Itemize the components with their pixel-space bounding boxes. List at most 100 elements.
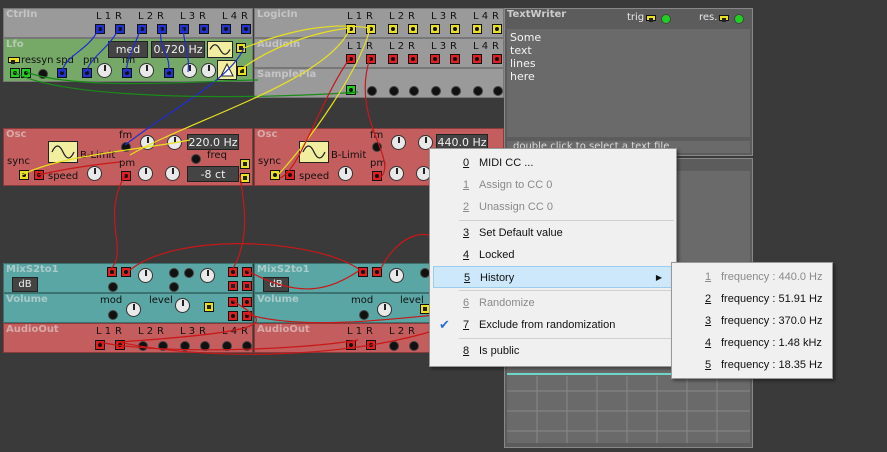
textwriter-module[interactable]: TextWriter trig res. Some text lines her… — [504, 8, 753, 156]
res-input[interactable] — [734, 14, 744, 24]
sine-wave-icon[interactable] — [207, 41, 233, 58]
output-port[interactable] — [408, 54, 418, 64]
input-jack[interactable] — [138, 341, 148, 351]
output-port[interactable] — [492, 24, 502, 34]
mix-input[interactable] — [372, 267, 382, 277]
output-port[interactable] — [137, 24, 147, 34]
input-jack[interactable] — [242, 341, 252, 351]
lfo-sync-input[interactable] — [21, 68, 31, 78]
output-port[interactable] — [221, 24, 231, 34]
menu-item-set-default[interactable]: 3 Set Default value — [430, 222, 676, 244]
menu-item-unassign-cc[interactable]: 2 Unassign CC 0 — [430, 196, 676, 218]
db-unit-display[interactable]: dB — [12, 277, 38, 292]
detune-display[interactable]: -8 ct — [187, 166, 239, 182]
input-port[interactable] — [346, 340, 356, 350]
volume-output[interactable] — [228, 311, 238, 321]
fm-input[interactable] — [372, 142, 382, 152]
input-port[interactable] — [366, 340, 376, 350]
menu-item-assign-cc[interactable]: 1 Assign to CC 0 — [430, 174, 676, 196]
mix-input[interactable] — [358, 267, 368, 277]
mod-knob[interactable] — [377, 302, 392, 317]
speed-knob[interactable] — [182, 63, 197, 78]
input-jack[interactable] — [108, 282, 118, 292]
input-jack[interactable] — [473, 86, 483, 96]
speed-mode-display[interactable]: med — [108, 41, 148, 58]
fm-input[interactable] — [122, 68, 132, 78]
lfo-reset-input[interactable] — [10, 68, 20, 78]
pm-knob[interactable] — [97, 63, 112, 78]
output-port[interactable] — [492, 54, 502, 64]
mix-output[interactable] — [242, 267, 252, 277]
trigger-input[interactable] — [346, 85, 356, 95]
sampleplay-module[interactable]: SamplePla — [254, 68, 504, 98]
history-item[interactable]: 2 frequency : 51.91 Hz — [672, 288, 832, 310]
history-item[interactable]: 3 frequency : 370.0 Hz — [672, 310, 832, 332]
pm-input[interactable] — [372, 171, 382, 181]
trig-input[interactable] — [661, 14, 671, 24]
output-port[interactable] — [472, 24, 482, 34]
volume1-module[interactable]: Volume mod level — [3, 293, 253, 323]
output-port[interactable] — [366, 54, 376, 64]
output-port[interactable] — [366, 24, 376, 34]
input-port[interactable] — [115, 340, 125, 350]
history-item[interactable]: 1 frequency : 440.0 Hz — [672, 266, 832, 288]
audioout2-module[interactable]: AudioOut L 1 R L 2 R — [254, 323, 434, 353]
level-knob[interactable] — [165, 166, 180, 181]
frequency-knob[interactable] — [167, 135, 182, 150]
input-jack[interactable] — [158, 341, 168, 351]
mix-knob[interactable] — [389, 268, 404, 283]
mix-knob[interactable] — [200, 268, 215, 283]
output-port[interactable] — [95, 24, 105, 34]
level-knob[interactable] — [175, 298, 190, 313]
osc-aux-output[interactable] — [240, 173, 250, 183]
freq-input[interactable] — [191, 154, 201, 164]
audioin-module[interactable]: AudioIn L 1 R L 2 R L 3 R L 4 R — [254, 38, 504, 68]
mod-knob[interactable] — [126, 302, 141, 317]
db-unit-display[interactable]: dB — [263, 277, 289, 292]
osc-output-port[interactable] — [240, 159, 250, 169]
input-jack[interactable] — [367, 86, 377, 96]
ctrlin-module[interactable]: CtrlIn L 1 R L 2 R L 3 R L 4 R — [3, 8, 253, 38]
speed-knob[interactable] — [338, 166, 353, 181]
osc1-module[interactable]: Osc B-Limit fm 220.0 Hz freq pm -8 ct sy… — [3, 128, 253, 186]
lfo-output-port[interactable] — [236, 43, 246, 53]
input-jack[interactable] — [431, 86, 441, 96]
menu-item-is-public[interactable]: 8 Is public — [430, 340, 676, 362]
fm-knob[interactable] — [391, 135, 406, 150]
input-port[interactable] — [95, 340, 105, 350]
input-jack[interactable] — [200, 341, 210, 351]
input-jack[interactable] — [38, 69, 48, 79]
pm-knob[interactable] — [389, 166, 404, 181]
sync-input[interactable] — [270, 170, 280, 180]
mix-aux-port[interactable] — [228, 281, 238, 291]
menu-item-midi-cc[interactable]: 0 MIDI CC ... — [430, 152, 676, 174]
output-port[interactable] — [430, 54, 440, 64]
lfo-aux-output[interactable] — [237, 66, 247, 76]
speed-mod-input[interactable] — [164, 68, 174, 78]
mix-aux-port[interactable] — [242, 281, 252, 291]
input-jack[interactable] — [451, 86, 461, 96]
level-knob[interactable] — [201, 63, 216, 78]
audioout1-module[interactable]: AudioOut L 1 R L 2 R L 3 R L 4 R — [3, 323, 253, 353]
frequency-display[interactable]: 220.0 Hz — [187, 134, 239, 150]
input-jack[interactable] — [409, 341, 419, 351]
mix1-module[interactable]: MixS2to1 dB — [3, 263, 253, 293]
output-port[interactable] — [179, 24, 189, 34]
menu-item-locked[interactable]: 4 Locked — [430, 244, 676, 266]
output-port[interactable] — [450, 54, 460, 64]
mix-knob[interactable] — [138, 268, 153, 283]
input-jack[interactable] — [389, 86, 399, 96]
output-port[interactable] — [388, 24, 398, 34]
input-jack[interactable] — [493, 86, 503, 96]
speed-knob[interactable] — [87, 166, 102, 181]
history-item[interactable]: 5 frequency : 18.35 Hz — [672, 354, 832, 376]
output-port[interactable] — [199, 24, 209, 34]
fm-input[interactable] — [121, 142, 131, 152]
input-jack[interactable] — [222, 341, 232, 351]
sine-wave-icon[interactable] — [48, 141, 78, 163]
menu-item-exclude-randomization[interactable]: ✔ 7 Exclude from randomization — [430, 314, 676, 336]
volume2-module[interactable]: Volume mod level — [254, 293, 434, 323]
speed-input[interactable] — [57, 68, 67, 78]
output-port[interactable] — [115, 24, 125, 34]
output-port[interactable] — [472, 54, 482, 64]
